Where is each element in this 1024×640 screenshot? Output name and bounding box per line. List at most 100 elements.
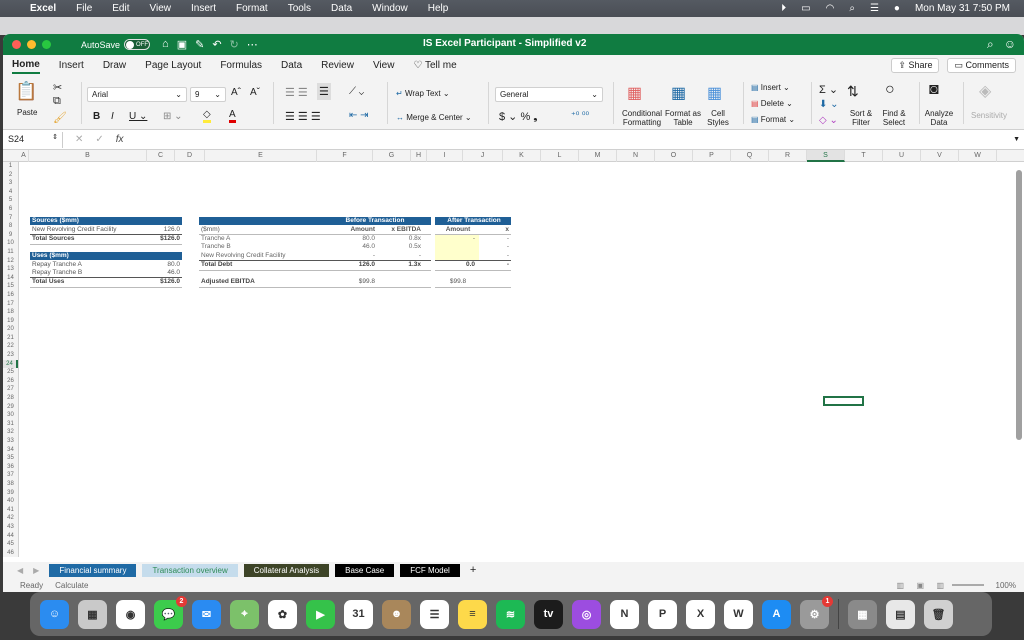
row-header-11[interactable]: 11 (3, 248, 18, 257)
sheet-tab[interactable]: Transaction overview (142, 563, 238, 577)
decrease-font-icon[interactable]: Aˇ (250, 87, 260, 98)
row-header-38[interactable]: 38 (3, 480, 18, 489)
tab-home[interactable]: Home (12, 59, 40, 74)
font-size-select[interactable]: 9 ⌄ (190, 87, 226, 102)
redo-icon[interactable]: ↻ (230, 38, 239, 51)
row-header-6[interactable]: 6 (3, 205, 18, 214)
total-debt-after-x[interactable]: - (501, 261, 509, 269)
sheet-tab[interactable]: Base Case (335, 563, 395, 577)
sensitivity-button[interactable]: Sensitivity (971, 111, 1007, 120)
orientation-icon[interactable]: ⟋ ⌄ (349, 86, 364, 97)
cancel-icon[interactable]: ✕ (75, 134, 83, 145)
dock-reminders-icon[interactable]: ☰ (420, 599, 449, 629)
total-uses-label[interactable]: Total Uses (32, 278, 64, 286)
menu-format[interactable]: Format (236, 3, 268, 14)
uses-row-value[interactable]: 80.0 (158, 261, 180, 269)
search-icon[interactable]: ⌕ (987, 37, 994, 52)
spotlight-icon[interactable]: ⌕ (849, 3, 855, 14)
dock-spotify-icon[interactable]: ≋ (496, 599, 525, 629)
view-page-break-icon[interactable]: ▥ (936, 581, 944, 590)
font-color-icon[interactable]: A (229, 109, 236, 123)
dock-apple-tv-icon[interactable]: tv (534, 599, 563, 629)
zoom-level[interactable]: 100% (996, 581, 1016, 590)
dock-chrome-icon[interactable]: ◉ (116, 599, 145, 629)
vertical-scrollbar[interactable] (1016, 170, 1022, 440)
total-debt-multiple[interactable]: 1.3x (387, 261, 421, 269)
view-page-layout-icon[interactable]: ▣ (916, 581, 924, 590)
dock-word-icon[interactable]: W (724, 599, 753, 629)
feedback-smiley-icon[interactable]: ☺ (1004, 37, 1016, 52)
analyze-data-icon[interactable]: ◙ (929, 81, 939, 99)
uses-row-label[interactable]: Repay Tranche B (32, 269, 82, 277)
row-header-2[interactable]: 2 (3, 171, 18, 180)
menu-tools[interactable]: Tools (288, 3, 311, 14)
sort-filter-button[interactable]: Sort & Filter (846, 109, 876, 127)
dock-notes-icon[interactable]: ≡ (458, 599, 487, 629)
row-header-36[interactable]: 36 (3, 463, 18, 472)
row-header-44[interactable]: 44 (3, 532, 18, 541)
total-sources-label[interactable]: Total Sources (32, 235, 75, 243)
align-top-icon[interactable]: ☰ ☰ (285, 86, 308, 99)
debt-row-amount[interactable]: 46.0 (343, 243, 375, 251)
row-header-39[interactable]: 39 (3, 489, 18, 498)
row-header-5[interactable]: 5 (3, 196, 18, 205)
cell-styles-icon[interactable]: ▦ (707, 83, 722, 103)
italic-button[interactable]: I (111, 111, 114, 122)
format-cells-button[interactable]: ▤ Format ⌄ (751, 115, 795, 124)
uses-row-label[interactable]: Repay Tranche A (32, 261, 82, 269)
column-header-D[interactable]: D (175, 150, 205, 162)
column-header-P[interactable]: P (693, 150, 731, 162)
dock-finder-icon[interactable]: ☺ (40, 599, 69, 629)
undo-icon[interactable]: ↶ (212, 38, 221, 51)
indent-icon[interactable]: ⇤ ⇥ (349, 110, 369, 121)
wifi-icon[interactable]: ◠ (826, 3, 835, 14)
cut-icon[interactable]: ✂ (53, 81, 62, 94)
paste-icon[interactable]: 📋 (15, 81, 37, 102)
debt-row-amount[interactable]: - (343, 252, 375, 260)
row-header-22[interactable]: 22 (3, 342, 18, 351)
row-header-10[interactable]: 10 (3, 239, 18, 248)
menu-help[interactable]: Help (428, 3, 449, 14)
row-header-13[interactable]: 13 (3, 265, 18, 274)
debt-row-multiple[interactable]: 0.8x (387, 235, 421, 243)
format-painter-icon[interactable]: 🖌 (53, 111, 67, 124)
dock-contacts-icon[interactable]: ☻ (382, 599, 411, 629)
menu-data[interactable]: Data (331, 3, 352, 14)
debt-row-label[interactable]: New Revolving Credit Facility (201, 252, 286, 260)
column-header-U[interactable]: U (883, 150, 921, 162)
row-header-35[interactable]: 35 (3, 454, 18, 463)
align-left-icon[interactable]: ☰ ☰ ☰ (285, 110, 321, 123)
view-normal-icon[interactable]: ▥ (896, 581, 904, 590)
row-header-7[interactable]: 7 (3, 214, 18, 223)
column-header-A[interactable]: A (19, 150, 29, 162)
menu-app[interactable]: Excel (30, 3, 56, 14)
row-header-15[interactable]: 15 (3, 282, 18, 291)
row-header-9[interactable]: 9 (3, 231, 18, 240)
row-header-18[interactable]: 18 (3, 308, 18, 317)
column-header-I[interactable]: I (427, 150, 463, 162)
decimal-icons[interactable]: ⁺⁰ ⁰⁰ (571, 110, 589, 121)
row-header-4[interactable]: 4 (3, 188, 18, 197)
row-header-29[interactable]: 29 (3, 403, 18, 412)
row-header-46[interactable]: 46 (3, 549, 18, 558)
adjusted-ebitda-after[interactable]: $99.8 (441, 278, 475, 286)
find-select-button[interactable]: Find & Select (879, 109, 909, 127)
tab-review[interactable]: Review (321, 60, 354, 73)
total-sources-value[interactable]: $126.0 (148, 235, 180, 243)
paste-button[interactable]: Paste (17, 108, 37, 117)
row-header-37[interactable]: 37 (3, 471, 18, 480)
column-header-K[interactable]: K (503, 150, 541, 162)
tab-page-layout[interactable]: Page Layout (145, 60, 201, 73)
sheet-tab[interactable]: Financial summary (49, 563, 137, 577)
dock-facetime-icon[interactable]: ▶ (306, 599, 335, 629)
battery-icon[interactable]: ▭ (801, 3, 810, 14)
save-as-icon[interactable]: ✎ (195, 38, 204, 51)
insert-cells-button[interactable]: ▤ Insert ⌄ (751, 83, 790, 92)
borders-icon[interactable]: ⊞ ⌄ (163, 111, 183, 122)
enter-icon[interactable]: ✓ (95, 134, 103, 145)
clock[interactable]: Mon May 31 7:50 PM (915, 3, 1010, 14)
row-header-16[interactable]: 16 (3, 291, 18, 300)
total-debt-label[interactable]: Total Debt (201, 261, 232, 269)
bold-button[interactable]: B (93, 111, 100, 122)
debt-row-amount[interactable]: 80.0 (343, 235, 375, 243)
